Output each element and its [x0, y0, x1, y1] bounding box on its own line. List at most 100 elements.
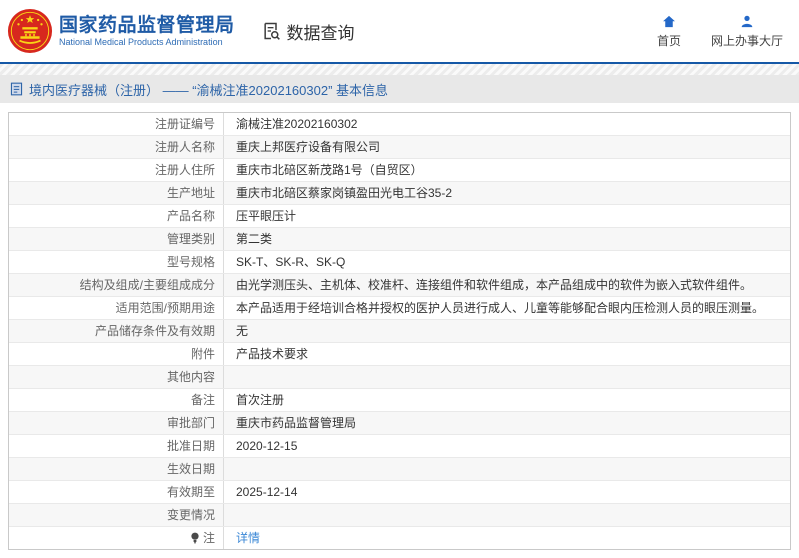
row-value: [224, 458, 790, 480]
row-label: 备注: [9, 389, 224, 411]
row-label-text: 生效日期: [166, 462, 215, 476]
row-label: 注册人名称: [9, 136, 224, 158]
table-row: 批准日期 2020-12-15: [9, 435, 790, 458]
row-label-text: 有效期至: [166, 485, 215, 499]
table-row: 生效日期: [9, 458, 790, 481]
row-label-text: 注册证编号: [154, 117, 215, 131]
nav-home-label: 首页: [656, 33, 681, 48]
row-label-text: 附件: [190, 347, 215, 361]
home-icon: [663, 15, 675, 27]
row-value: 压平眼压计: [224, 205, 790, 227]
details-link[interactable]: 详情: [236, 530, 260, 546]
data-query-icon: [263, 22, 280, 40]
table-row: 产品储存条件及有效期 无: [9, 320, 790, 343]
row-value-text: 渝械注准20202160302: [236, 117, 358, 131]
data-query-nav[interactable]: 数据查询: [261, 19, 355, 44]
table-row: 型号规格 SK-T、SK-R、SK-Q: [9, 251, 790, 274]
nav-home[interactable]: 首页: [657, 14, 681, 49]
header-nav: 首页 网上办事大厅: [657, 14, 783, 49]
row-label-text: 型号规格: [166, 255, 215, 269]
row-value-text: 2020-12-15: [236, 439, 298, 453]
nav-service-hall[interactable]: 网上办事大厅: [711, 14, 783, 49]
row-value: 第二类: [224, 228, 790, 250]
row-label: 产品储存条件及有效期: [9, 320, 224, 342]
row-label-text: 注: [202, 531, 215, 545]
row-label: 注册人住所: [9, 159, 224, 181]
row-label-text: 备注: [190, 393, 215, 407]
row-value-text: 本产品适用于经培训合格并授权的医护人员进行成人、儿童等能够配合眼内压检测人员的眼…: [236, 301, 765, 315]
row-label-text: 适用范围/预期用途: [115, 301, 215, 315]
row-label: 结构及组成/主要组成成分: [9, 274, 224, 296]
row-label-text: 批准日期: [166, 439, 215, 453]
row-label: 适用范围/预期用途: [9, 297, 224, 319]
row-label-text: 变更情况: [166, 508, 215, 522]
row-value-text: 压平眼压计: [236, 209, 297, 223]
row-value-text: 首次注册: [236, 393, 285, 407]
row-value: 重庆上邦医疗设备有限公司: [224, 136, 790, 158]
row-value: 首次注册: [224, 389, 790, 411]
row-value: [224, 504, 790, 526]
user-icon: [741, 15, 753, 27]
row-value: 重庆市药品监督管理局: [224, 412, 790, 434]
table-row: 备注 首次注册: [9, 389, 790, 412]
row-value-text: 产品技术要求: [236, 347, 309, 361]
table-row: 注 详情: [9, 527, 790, 549]
row-value: 2020-12-15: [224, 435, 790, 457]
row-label: 附件: [9, 343, 224, 365]
table-row: 注册证编号 渝械注准20202160302: [9, 113, 790, 136]
row-value-text: 重庆上邦医疗设备有限公司: [236, 140, 381, 154]
row-value: 2025-12-14: [224, 481, 790, 503]
row-label: 管理类别: [9, 228, 224, 250]
row-label-text: 其他内容: [166, 370, 215, 384]
table-row: 管理类别 第二类: [9, 228, 790, 251]
brand: 国家药品监督管理局 National Medical Products Admi…: [7, 8, 235, 54]
site-title: 国家药品监督管理局: [59, 14, 235, 36]
row-value: [224, 366, 790, 388]
row-value: 重庆市北碚区新茂路1号（自贸区）: [224, 159, 790, 181]
breadcrumb-text: 境内医疗器械（注册） —— “渝械注准20202160302” 基本信息: [29, 82, 389, 98]
site-header: 国家药品监督管理局 National Medical Products Admi…: [0, 0, 799, 64]
row-value-text: 第二类: [236, 232, 273, 246]
row-label: 审批部门: [9, 412, 224, 434]
data-query-label: 数据查询: [286, 23, 355, 43]
row-label: 生产地址: [9, 182, 224, 204]
row-value-text: 重庆市北碚区蔡家岗镇盈田光电工谷35-2: [236, 186, 453, 200]
decorative-stripe-band: [0, 64, 799, 75]
row-value-text: SK-T、SK-R、SK-Q: [236, 255, 346, 269]
row-label: 型号规格: [9, 251, 224, 273]
document-icon: [10, 82, 23, 96]
row-label-text: 注册人住所: [154, 163, 215, 177]
row-label-text: 审批部门: [166, 416, 215, 430]
row-value: 产品技术要求: [224, 343, 790, 365]
row-label: 其他内容: [9, 366, 224, 388]
row-value-text: 无: [236, 324, 249, 338]
row-label-text: 产品储存条件及有效期: [94, 324, 215, 338]
row-label-text: 管理类别: [166, 232, 215, 246]
national-emblem-logo: [7, 8, 53, 54]
row-value: SK-T、SK-R、SK-Q: [224, 251, 790, 273]
table-row: 变更情况: [9, 504, 790, 527]
table-row: 其他内容: [9, 366, 790, 389]
row-value-text: 由光学测压头、主机体、校准杆、连接组件和软件组成，本产品组成中的软件为嵌入式软件…: [236, 278, 753, 292]
row-value: 无: [224, 320, 790, 342]
row-label-text: 产品名称: [166, 209, 215, 223]
row-value: 由光学测压头、主机体、校准杆、连接组件和软件组成，本产品组成中的软件为嵌入式软件…: [224, 274, 790, 296]
note-icon: [190, 532, 200, 544]
row-label-text: 生产地址: [166, 186, 215, 200]
registration-info-table: 注册证编号 渝械注准20202160302 注册人名称 重庆上邦医疗设备有限公司注册人…: [8, 112, 791, 550]
row-label: 生效日期: [9, 458, 224, 480]
table-row: 生产地址 重庆市北碚区蔡家岗镇盈田光电工谷35-2: [9, 182, 790, 205]
row-label: 产品名称: [9, 205, 224, 227]
nav-service-hall-label: 网上办事大厅: [710, 33, 783, 48]
table-row: 附件 产品技术要求: [9, 343, 790, 366]
table-row: 注册人住所 重庆市北碚区新茂路1号（自贸区）: [9, 159, 790, 182]
table-row: 结构及组成/主要组成成分 由光学测压头、主机体、校准杆、连接组件和软件组成，本产品…: [9, 274, 790, 297]
table-row: 适用范围/预期用途 本产品适用于经培训合格并授权的医护人员进行成人、儿童等能够配合…: [9, 297, 790, 320]
row-value-text: 2025-12-14: [236, 485, 298, 499]
row-label: 注册证编号: [9, 113, 224, 135]
row-label: 有效期至: [9, 481, 224, 503]
table-row: 有效期至 2025-12-14: [9, 481, 790, 504]
site-subtitle: National Medical Products Administration: [59, 36, 223, 47]
row-value: 渝械注准20202160302: [224, 113, 790, 135]
table-row: 审批部门 重庆市药品监督管理局: [9, 412, 790, 435]
